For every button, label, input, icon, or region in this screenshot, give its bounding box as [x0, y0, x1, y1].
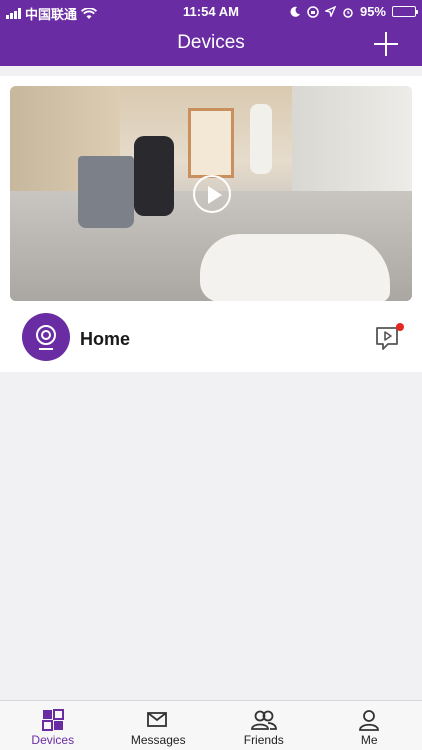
device-row[interactable]: Home — [0, 311, 422, 363]
status-bar: 中国联通 11:54 AM 95% — [0, 0, 422, 22]
add-device-button[interactable] — [374, 32, 398, 56]
device-avatar — [22, 313, 70, 361]
device-thumbnail[interactable] — [10, 86, 412, 301]
new-badge — [396, 323, 404, 331]
play-icon[interactable] — [193, 175, 231, 213]
messages-icon — [147, 712, 168, 727]
friends-icon — [250, 710, 277, 730]
device-name: Home — [80, 329, 131, 349]
tab-label: Devices — [31, 733, 75, 747]
tab-friends[interactable]: Friends — [211, 701, 317, 750]
top-bar: 中国联通 11:54 AM 95% Devices — [0, 0, 422, 66]
tab-messages[interactable]: Messages — [106, 701, 212, 750]
moon-icon — [290, 6, 300, 17]
lock-rotation-icon — [307, 5, 319, 18]
page-title: Devices — [177, 32, 245, 53]
tab-me[interactable]: Me — [317, 701, 422, 750]
tab-label: Me — [360, 733, 378, 747]
battery-icon — [392, 6, 418, 17]
battery-percent: 95% — [359, 4, 386, 19]
device-card: Home — [0, 76, 422, 372]
tab-bar: Devices Messages Friends Me — [0, 700, 422, 750]
tab-label: Messages — [130, 733, 186, 747]
tab-label: Friends — [243, 733, 284, 747]
camera-icon — [36, 325, 56, 350]
location-icon — [324, 6, 336, 17]
video-playback-button[interactable] — [374, 323, 404, 351]
tab-devices[interactable]: Devices — [0, 701, 106, 750]
me-icon — [359, 710, 380, 731]
alarm-icon — [343, 7, 353, 18]
devices-icon — [41, 709, 64, 731]
